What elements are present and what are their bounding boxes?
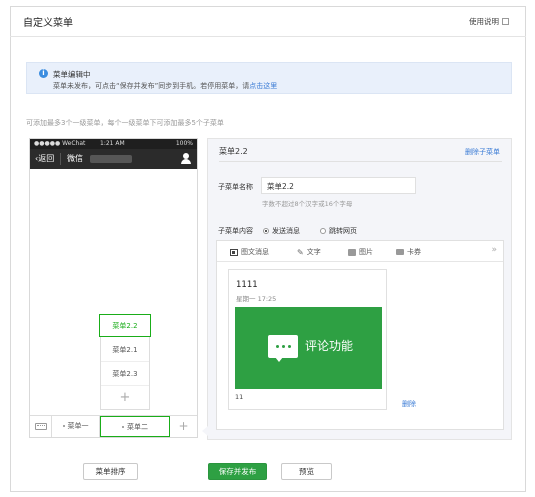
radio-jump-page-label: 跳转网页 [329,227,357,235]
notice-text-body: 菜单未发布，可点击“保存并发布”同步到手机。若停用菜单，请 [53,82,250,90]
add-submenu-button[interactable]: + [101,387,149,409]
tab-text-label: 文字 [306,248,321,256]
page-title: 自定义菜单 [23,18,73,29]
menu-tab-1-label: 菜单一 [67,422,89,430]
back-label: 返回 [38,154,55,163]
editor-divider [219,161,502,162]
tab-card-label: 卡券 [407,248,421,256]
tab-text[interactable]: ✎ 文字 [297,247,321,257]
submenu-item-2-2[interactable]: 菜单2.2 [99,314,151,337]
notice-banner: i 菜单编辑中 菜单未发布，可点击“保存并发布”同步到手机。若停用菜单，请点击这… [26,62,512,94]
tab-news-label: 图文消息 [241,248,269,256]
notice-title: 菜单编辑中 [53,70,91,79]
pen-icon: ✎ [297,247,304,257]
article-date: 星期一 17:25 [236,295,277,303]
article-digest: 11 [235,393,244,401]
delete-content-link[interactable]: 删除 [402,399,416,409]
image-icon [348,248,356,256]
submenu-name-input[interactable]: 菜单2.2 [261,177,416,194]
info-icon: i [39,69,48,78]
submenu-item-2-3[interactable]: 菜单2.3 [101,363,149,386]
phone-nav-bar: ‹返回 微信 [30,149,197,169]
blurred-name [90,155,132,163]
nav-divider [60,153,61,165]
submenu-popup: 菜单2.2 菜单2.1 菜单2.3 + [99,314,151,410]
submenu-item-2-1[interactable]: 菜单2.1 [101,339,149,362]
more-tabs-icon[interactable]: » [491,245,497,255]
account-name: 微信 [67,154,83,163]
radio-checked-icon [263,228,269,234]
add-menu-button[interactable]: + [170,416,197,437]
status-time: 1:21 AM [100,140,125,147]
article-card[interactable]: 1111 星期一 17:25 评论功能 11 [228,269,387,410]
help-label: 使用说明 [469,17,499,26]
radio-unchecked-icon [320,228,326,234]
delete-submenu-link[interactable]: 删除子菜单 [465,147,500,157]
dot-icon [62,425,65,427]
keyboard-icon[interactable] [30,416,52,437]
cover-text: 评论功能 [305,339,354,353]
menu-editor-panel: 菜单2.2 删除子菜单 子菜单名称 菜单2.2 字数不超过8个汉字或16个字母 … [202,138,512,440]
content-type-tabs: 图文消息 ✎ 文字 图片 卡券 » [217,241,503,262]
editor-title: 菜单2.2 [219,147,248,156]
battery-label: 100% [175,140,193,147]
name-tip: 字数不超过8个汉字或16个字母 [262,200,353,208]
save-publish-button[interactable]: 保存并发布 [208,463,267,480]
external-link-icon [502,18,509,25]
notice-text: 菜单未发布，可点击“保存并发布”同步到手机。若停用菜单，请点击这里 [53,81,277,91]
carrier-label: ●●●●● WeChat [34,140,86,147]
tab-card[interactable]: 卡券 [396,247,421,257]
article-title: 1111 [236,280,258,290]
title-divider [10,36,526,37]
menu-tab-2-label: 菜单二 [127,423,148,431]
tab-image[interactable]: 图片 [348,247,373,257]
menu-hint: 可添加最多3个一级菜单，每个一级菜单下可添加最多5个子菜单 [26,119,224,127]
chat-bubble-icon [268,335,298,362]
news-icon [230,248,238,256]
person-icon [181,153,191,164]
preview-button[interactable]: 预览 [281,463,332,480]
message-content-box: 图文消息 ✎ 文字 图片 卡券 » 1111 星期一 17:25 评论功能 11 … [216,240,504,430]
menu-tab-1[interactable]: 菜单一 [52,416,100,437]
name-label: 子菜单名称 [218,183,253,191]
dot-icon [122,426,124,428]
phone-status-bar: ●●●●● WeChat 1:21 AM 100% [30,139,197,149]
tab-news[interactable]: 图文消息 [230,247,269,257]
radio-jump-page[interactable]: 跳转网页 [320,226,357,236]
radio-send-message[interactable]: 发送消息 [263,226,300,236]
menu-tab-2[interactable]: 菜单二 [100,416,170,437]
content-label: 子菜单内容 [218,227,253,235]
article-cover: 评论功能 [235,307,382,389]
radio-send-message-label: 发送消息 [272,227,300,235]
back-button: ‹返回 [35,154,55,163]
card-icon [396,249,404,255]
tab-image-label: 图片 [359,248,373,256]
phone-preview: ●●●●● WeChat 1:21 AM 100% ‹返回 微信 菜单2.2 菜… [29,138,198,438]
sort-menu-button[interactable]: 菜单排序 [83,463,138,480]
disable-menu-link[interactable]: 点击这里 [249,82,277,90]
help-link[interactable]: 使用说明 [469,16,509,27]
phone-menu-bar: 菜单一 菜单二 + [30,415,197,437]
